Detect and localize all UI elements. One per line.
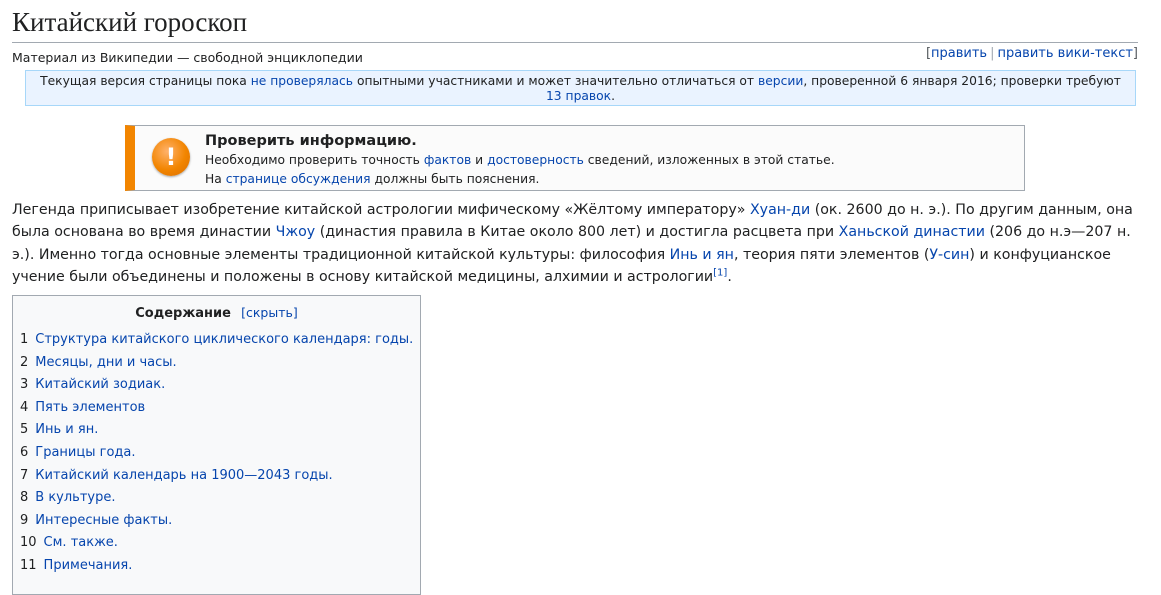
han-dynasty-link[interactable]: Ханьской династии bbox=[839, 224, 985, 240]
verify-info-text: Проверить информацию. Необходимо провери… bbox=[205, 131, 835, 189]
toc-item-link[interactable]: Инь и ян. bbox=[35, 422, 98, 437]
toc-item-link[interactable]: Примечания. bbox=[44, 558, 133, 573]
reference-link[interactable]: [1] bbox=[713, 267, 727, 278]
edit-link[interactable]: править bbox=[931, 46, 987, 61]
toc-item-number: 9 bbox=[20, 512, 29, 528]
toc-item-number: 10 bbox=[20, 535, 37, 551]
verify-info-line-2: На странице обсуждения должны быть поясн… bbox=[205, 172, 540, 186]
toc-list: 1 Структура китайского циклического кален… bbox=[13, 329, 420, 578]
toc-item-number: 7 bbox=[20, 467, 29, 483]
huangdi-link[interactable]: Хуан-ди bbox=[750, 202, 810, 218]
verify-info-box: ! Проверить информацию. Необходимо прове… bbox=[125, 125, 1025, 191]
toc-item-number: 11 bbox=[20, 557, 37, 573]
toc-item-number: 2 bbox=[20, 354, 29, 370]
toc-item-link[interactable]: Месяцы, дни и часы. bbox=[35, 355, 176, 370]
tagline: Материал из Википедии — свободной энцикл… bbox=[12, 50, 363, 65]
pending-edits-link[interactable]: 13 правок bbox=[546, 89, 611, 103]
toc-title: Содержание bbox=[135, 306, 231, 321]
not-reviewed-link[interactable]: не проверялась bbox=[251, 74, 353, 88]
toc-item-link[interactable]: В культуре. bbox=[35, 490, 115, 505]
reliability-link[interactable]: достоверность bbox=[487, 153, 584, 167]
verify-info-line-1: Необходимо проверить точность фактов и д… bbox=[205, 153, 835, 167]
wuxing-link[interactable]: У-син bbox=[929, 247, 969, 263]
toc-item[interactable]: 5 Инь и ян. bbox=[20, 419, 420, 442]
toc-item[interactable]: 8 В культуре. bbox=[20, 487, 420, 510]
lead-paragraph: Легенда приписывает изобретение китайско… bbox=[12, 202, 1133, 285]
yin-yang-link[interactable]: Инь и ян bbox=[670, 247, 734, 263]
toc-toggle[interactable]: [скрыть] bbox=[241, 305, 298, 320]
toc-item[interactable]: 9 Интересные факты. bbox=[20, 510, 420, 533]
toc-item[interactable]: 4 Пять элементов bbox=[20, 397, 420, 420]
toc-item-link[interactable]: Границы года. bbox=[35, 445, 135, 460]
table-of-contents: Содержание [скрыть] 1 Структура китайског… bbox=[12, 295, 421, 595]
talk-page-link[interactable]: странице обсуждения bbox=[226, 172, 371, 186]
toc-item-link[interactable]: Китайский зодиак. bbox=[35, 377, 165, 392]
toc-item[interactable]: 7 Китайский календарь на 1900—2043 годы. bbox=[20, 465, 420, 488]
toc-item[interactable]: 11 Примечания. bbox=[20, 555, 420, 578]
toc-item-number: 3 bbox=[20, 377, 29, 393]
toc-item-number: 1 bbox=[20, 332, 29, 347]
toc-item[interactable]: 6 Границы года. bbox=[20, 442, 420, 465]
warning-icon: ! bbox=[152, 138, 190, 176]
toc-item-link[interactable]: Китайский календарь на 1900—2043 годы. bbox=[35, 468, 332, 483]
toc-item[interactable]: 10 См. также. bbox=[20, 532, 420, 555]
flagged-revision-notice: Текущая версия страницы пока не проверял… bbox=[25, 70, 1136, 106]
toc-item-link[interactable]: Структура китайского циклического календ… bbox=[35, 332, 413, 347]
edit-source-link[interactable]: править вики-текст bbox=[997, 46, 1132, 61]
toc-header: Содержание [скрыть] bbox=[13, 305, 420, 321]
toc-item-link[interactable]: Пять элементов bbox=[35, 400, 145, 415]
toc-item-number: 6 bbox=[20, 444, 29, 460]
toc-item-number: 5 bbox=[20, 422, 29, 438]
toc-item-link[interactable]: См. также. bbox=[44, 535, 118, 550]
version-link[interactable]: версии bbox=[758, 74, 803, 88]
page-title: Китайский гороскоп bbox=[12, 4, 1138, 43]
toc-item-link[interactable]: Интересные факты. bbox=[35, 513, 172, 528]
zhou-link[interactable]: Чжоу bbox=[276, 224, 316, 240]
toc-item-number: 4 bbox=[20, 399, 29, 415]
verify-info-title: Проверить информацию. bbox=[205, 133, 417, 149]
toc-item-number: 8 bbox=[20, 490, 29, 506]
toc-item[interactable]: 1 Структура китайского циклического кален… bbox=[20, 329, 420, 352]
facts-link[interactable]: фактов bbox=[424, 153, 471, 167]
toc-item[interactable]: 2 Месяцы, дни и часы. bbox=[20, 352, 420, 375]
edit-links: [править | править вики-текст] bbox=[925, 46, 1138, 61]
toc-item[interactable]: 3 Китайский зодиак. bbox=[20, 374, 420, 397]
